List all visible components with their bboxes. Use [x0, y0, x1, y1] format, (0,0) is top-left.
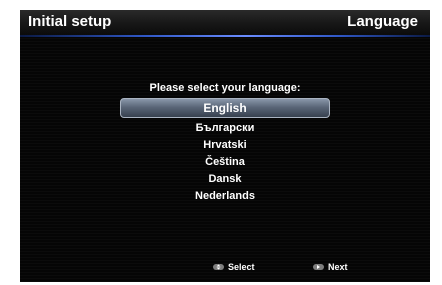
language-option-english[interactable]: English — [20, 97, 430, 119]
language-option-danish[interactable]: Dansk — [20, 171, 430, 188]
next-hint: Next — [313, 261, 348, 273]
up-down-arrows-icon — [213, 263, 224, 270]
header-bar: Initial setup Language — [20, 10, 430, 36]
tv-screen: Initial setup Language Please select you… — [20, 10, 430, 282]
section-title: Language — [347, 13, 418, 30]
language-option-label: Български — [195, 122, 255, 134]
content-area: Please select your language: English Бъл… — [20, 37, 430, 282]
select-hint-label: Select — [228, 262, 255, 272]
language-option-croatian[interactable]: Hrvatski — [20, 137, 430, 154]
language-option-label: Dansk — [208, 173, 242, 185]
select-hint: Select — [213, 261, 255, 273]
page-title: Initial setup — [28, 13, 112, 30]
language-option-label: Nederlands — [195, 190, 255, 202]
right-arrow-icon — [313, 263, 324, 270]
language-option-dutch[interactable]: Nederlands — [20, 188, 430, 205]
language-option-label: Čeština — [205, 156, 245, 168]
language-list: English Български Hrvatski Čeština Dansk… — [20, 97, 430, 205]
language-prompt: Please select your language: — [149, 82, 301, 94]
language-option-bulgarian[interactable]: Български — [20, 120, 430, 137]
language-option-label: Hrvatski — [203, 139, 247, 151]
language-option-czech[interactable]: Čeština — [20, 154, 430, 171]
language-option-label: English — [203, 101, 247, 115]
next-hint-label: Next — [328, 262, 348, 272]
